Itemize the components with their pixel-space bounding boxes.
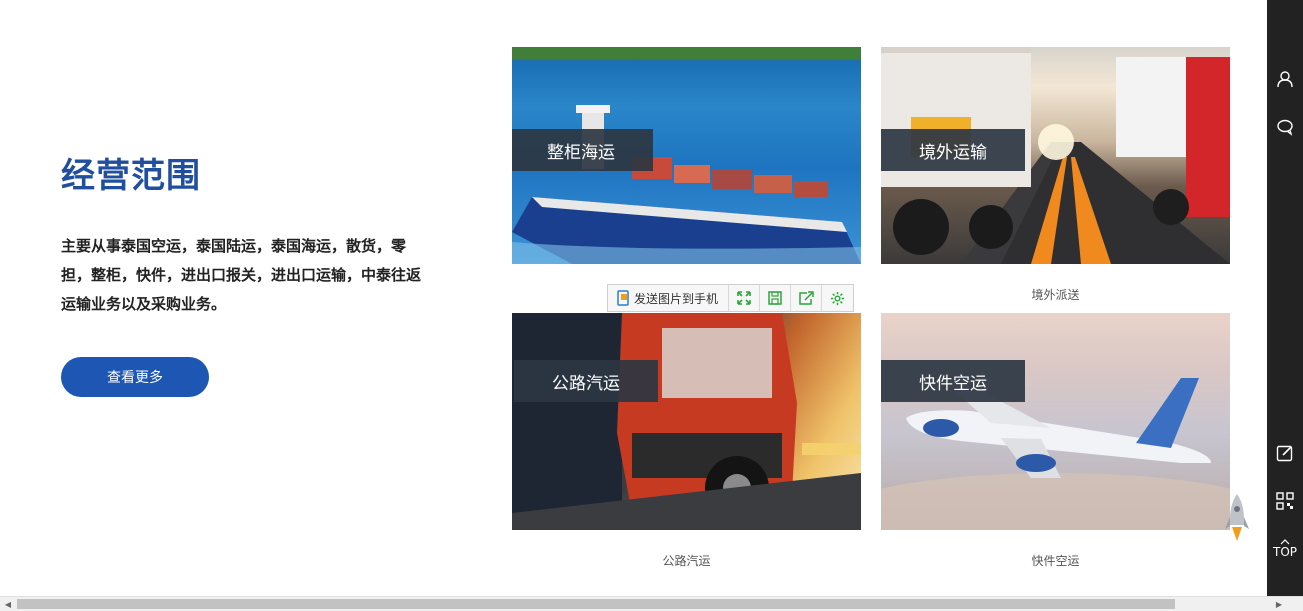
share-icon bbox=[798, 291, 814, 305]
card-label: 快件空运 bbox=[881, 360, 1025, 402]
section-title: 经营范围 bbox=[61, 156, 201, 196]
right-sidebar bbox=[1267, 0, 1303, 596]
card-label: 整柜海运 bbox=[512, 129, 653, 171]
card-label: 境外运输 bbox=[881, 129, 1025, 171]
share-button[interactable] bbox=[791, 285, 823, 311]
red-truck-image bbox=[512, 313, 861, 530]
user-button[interactable] bbox=[1267, 64, 1303, 94]
card-caption: 境外派送 bbox=[1031, 288, 1080, 302]
card-caption: 公路汽运 bbox=[662, 554, 711, 568]
fullscreen-button[interactable] bbox=[729, 285, 761, 311]
image-toolbar: 发送图片到手机 bbox=[607, 284, 855, 312]
card-caption: 快件空运 bbox=[1031, 554, 1080, 568]
chat-icon bbox=[1277, 119, 1293, 136]
view-more-button[interactable]: 查看更多 bbox=[61, 357, 209, 397]
save-icon bbox=[768, 291, 782, 305]
user-icon bbox=[1277, 71, 1293, 88]
card-label: 公路汽运 bbox=[514, 360, 658, 402]
qrcode-icon bbox=[1276, 492, 1294, 510]
rocket-icon bbox=[1225, 494, 1249, 541]
section-description: 主要从事泰国空运，泰国陆运，泰国海运，散货，零担，整柜，快件，进出口报关，进出口… bbox=[61, 237, 422, 313]
intro-section: 经营范围 主要从事泰国空运，泰国陆运，泰国海运，散货，零担，整柜，快件，进出口报… bbox=[61, 152, 431, 319]
scrollbar-corner bbox=[1287, 597, 1303, 611]
chat-button[interactable] bbox=[1267, 112, 1303, 142]
airplane-image bbox=[881, 378, 1230, 530]
feedback-button[interactable] bbox=[1267, 438, 1303, 468]
fullscreen-icon bbox=[737, 291, 751, 305]
edit-icon bbox=[1276, 445, 1293, 462]
settings-button[interactable] bbox=[822, 285, 853, 311]
save-button[interactable] bbox=[760, 285, 792, 311]
qrcode-button[interactable] bbox=[1267, 486, 1303, 516]
card-sea-freight[interactable]: 整柜海运 bbox=[512, 47, 861, 264]
back-to-top-button[interactable]: TOP bbox=[1267, 533, 1303, 565]
send-to-phone-button[interactable]: 发送图片到手机 bbox=[608, 285, 730, 311]
scroll-left-arrow[interactable]: ◀ bbox=[0, 597, 16, 611]
card-overseas-transport[interactable]: 境外运输 bbox=[881, 47, 1230, 264]
scrollbar-thumb[interactable] bbox=[17, 599, 1175, 609]
card-road-freight[interactable]: 公路汽运 bbox=[512, 313, 861, 530]
back-to-top-label: TOP bbox=[1272, 545, 1297, 559]
settings-icon bbox=[830, 291, 845, 305]
scroll-right-arrow[interactable]: ▶ bbox=[1271, 597, 1287, 611]
send-to-phone-label: 发送图片到手机 bbox=[634, 291, 719, 306]
card-express-air[interactable]: 快件空运 bbox=[881, 313, 1230, 530]
horizontal-scrollbar[interactable]: ◀ ▶ bbox=[0, 596, 1303, 611]
send-to-phone-icon bbox=[617, 290, 629, 306]
